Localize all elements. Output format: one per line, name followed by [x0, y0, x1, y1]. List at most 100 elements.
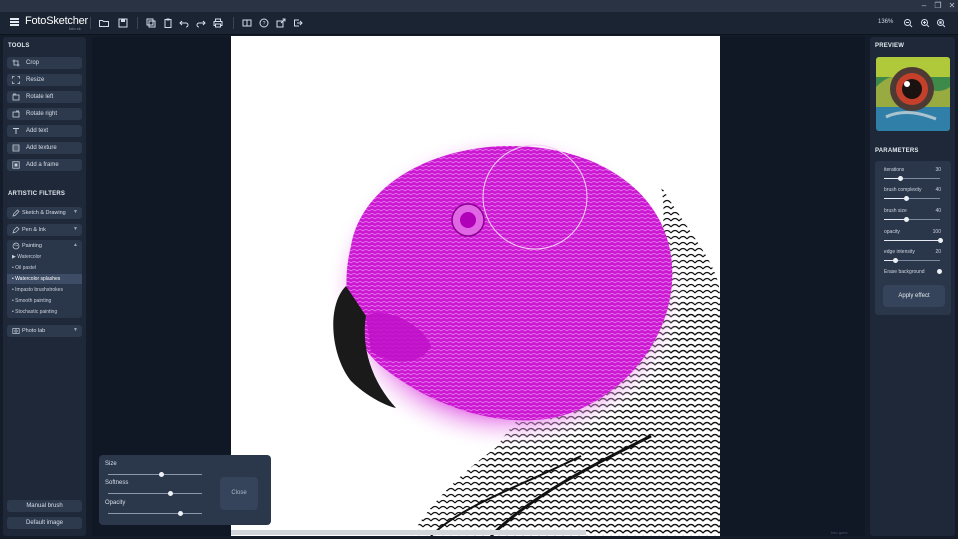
param-value: 40 [935, 208, 941, 214]
parrot-artwork [326, 131, 720, 536]
softness-label: Softness [105, 480, 129, 486]
rotate-left-icon [12, 93, 20, 101]
add-text-button[interactable]: Add text [7, 125, 82, 137]
photo-lab-filter[interactable]: Photo lab ▼ [7, 325, 82, 337]
submenu-label: • Smooth painting [12, 298, 52, 304]
photo-icon [12, 327, 20, 335]
preview-thumbnail[interactable] [876, 57, 950, 131]
pen-ink-label: Pen & Ink [22, 227, 46, 233]
toolbar-divider [90, 17, 91, 29]
close-popup-button[interactable]: Close [220, 477, 258, 510]
add-frame-button[interactable]: Add a frame [7, 159, 82, 171]
redo-icon[interactable] [195, 17, 207, 29]
artwork-canvas[interactable] [231, 36, 720, 536]
add-texture-label: Add texture [26, 144, 57, 151]
submenu-watercolor-splashes[interactable]: • Watercolor splashes [7, 274, 82, 284]
zoom-fit-icon[interactable] [935, 17, 947, 29]
iterations-slider-thumb[interactable] [897, 176, 903, 181]
help-icon[interactable]: ? [258, 17, 270, 29]
minimize-button[interactable]: – [917, 0, 931, 12]
painting-label: Painting [22, 243, 42, 249]
submenu-oil-pastel[interactable]: • Oil pastel [7, 263, 82, 273]
brush-size-slider-thumb[interactable] [903, 217, 909, 222]
palette-icon [12, 242, 20, 250]
exit-icon[interactable] [292, 17, 304, 29]
parameters-title: PARAMETERS [875, 148, 919, 154]
manual-brush-button[interactable]: Manual brush [7, 500, 82, 512]
app-logo-subtitle: foto sk [69, 26, 81, 31]
opacity-param-slider-thumb[interactable] [937, 238, 943, 243]
add-frame-label: Add a frame [26, 161, 59, 168]
add-texture-button[interactable]: Add texture [7, 142, 82, 154]
restore-button[interactable]: ❐ [931, 0, 945, 12]
crop-label: Crop [26, 59, 40, 66]
zoom-out-icon[interactable] [902, 17, 914, 29]
artistic-filters-title: ARTISTIC FILTERS [8, 191, 66, 197]
rotate-left-button[interactable]: Rotate left [7, 91, 82, 103]
erase-background-toggle[interactable] [937, 269, 942, 274]
softness-slider[interactable] [108, 493, 202, 494]
parameters-panel: iterations 30 brush complexity 40 brush … [875, 161, 951, 315]
text-icon [12, 127, 20, 135]
submenu-label: ▶ Watercolor [12, 254, 42, 260]
submenu-smooth-painting[interactable]: • Smooth painting [7, 296, 82, 306]
rotate-right-icon [12, 110, 20, 118]
chevron-down-icon: ▼ [73, 327, 78, 333]
param-label: brush size [884, 208, 907, 214]
title-bar: – ❐ ✕ [0, 0, 958, 12]
param-label: brush complexity [884, 187, 922, 193]
horizontal-scrollbar[interactable] [231, 530, 586, 535]
painting-filter-group: Painting ▲ ▶ Watercolor • Oil pastel • W… [7, 240, 82, 318]
sketch-drawing-filter[interactable]: Sketch & Drawing ▼ [7, 207, 82, 219]
pen-ink-filter[interactable]: Pen & Ink ▼ [7, 224, 82, 236]
opacity-slider[interactable] [108, 513, 202, 514]
opacity-slider-thumb[interactable] [177, 511, 183, 516]
save-icon[interactable] [117, 17, 129, 29]
print-icon[interactable] [212, 17, 224, 29]
zoom-in-icon[interactable] [919, 17, 931, 29]
default-image-button[interactable]: Default image [7, 517, 82, 529]
submenu-stochastic-painting[interactable]: • Stochastic painting [7, 307, 82, 317]
crop-icon [12, 59, 20, 67]
crop-button[interactable]: Crop [7, 57, 82, 69]
paste-icon[interactable] [162, 17, 174, 29]
svg-text:?: ? [263, 21, 266, 27]
submenu-impasto-brushstrokes[interactable]: • Impasto brushstrokes [7, 285, 82, 295]
submenu-watercolor[interactable]: ▶ Watercolor [7, 252, 82, 262]
brush-complexity-slider-thumb[interactable] [903, 196, 909, 201]
size-slider-thumb[interactable] [159, 472, 165, 477]
pencil-icon [12, 209, 20, 217]
apply-effect-button[interactable]: Apply effect [883, 285, 945, 307]
preview-image [876, 57, 950, 131]
erase-background-label: Erase background [884, 269, 925, 275]
rotate-right-button[interactable]: Rotate right [7, 108, 82, 120]
toolbar-divider [233, 17, 234, 29]
undo-icon[interactable] [178, 17, 190, 29]
sketch-drawing-label: Sketch & Drawing [22, 210, 66, 216]
softness-slider-thumb[interactable] [168, 491, 174, 496]
left-panel: TOOLS Crop Resize Rotate left Rotate rig… [3, 37, 86, 536]
resize-button[interactable]: Resize [7, 74, 82, 86]
size-label: Size [105, 461, 117, 467]
rotate-left-label: Rotate left [26, 93, 54, 100]
param-value: 20 [935, 249, 941, 255]
share-icon[interactable] [275, 17, 287, 29]
close-window-button[interactable]: ✕ [945, 0, 958, 12]
param-label: edge intensity [884, 249, 915, 255]
photo-lab-label: Photo lab [22, 328, 46, 334]
param-label: opacity [884, 229, 900, 235]
chevron-up-icon: ▲ [73, 242, 78, 248]
submenu-label: • Stochastic painting [12, 309, 58, 315]
edge-intensity-slider-thumb[interactable] [892, 258, 898, 263]
open-folder-icon[interactable] [98, 17, 110, 29]
painting-filter[interactable]: Painting ▲ [7, 240, 82, 252]
size-slider[interactable] [108, 474, 202, 475]
opacity-label: Opacity [105, 500, 126, 506]
copy-icon[interactable] [145, 17, 157, 29]
menu-icon[interactable] [10, 18, 19, 26]
tools-title: TOOLS [8, 43, 30, 49]
compare-icon[interactable] [241, 17, 253, 29]
zoom-level: 136% [878, 19, 894, 25]
param-value: 30 [935, 167, 941, 173]
chevron-down-icon: ▼ [73, 209, 78, 215]
